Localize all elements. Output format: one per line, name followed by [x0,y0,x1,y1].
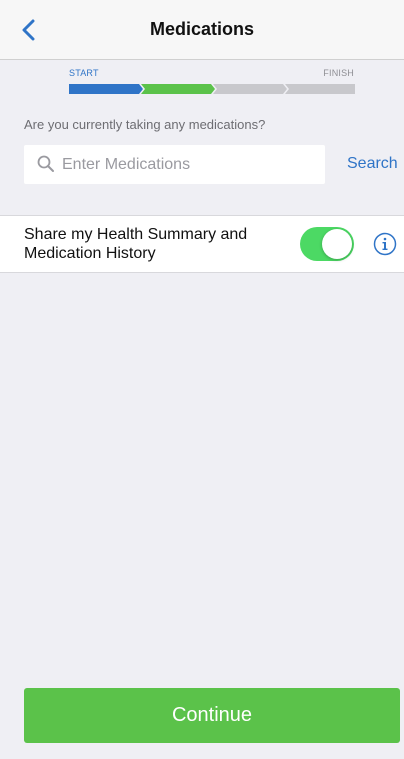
share-toggle[interactable] [300,227,354,261]
page-title: Medications [149,19,255,39]
share-health-summary-row: Share my Health Summary and Medication H… [0,215,404,273]
share-label: Share my Health Summary and Medication H… [24,226,248,262]
search-icon [37,155,54,172]
search-box [24,145,325,184]
nav-bar: Medications [0,0,404,60]
progress-segment [141,84,215,94]
progress-segment [213,84,287,94]
progress-start-label: START [69,68,99,78]
progress-segment [69,84,143,94]
search-button[interactable]: Search [347,155,398,173]
toggle-knob [322,229,352,259]
progress-finish-label: FINISH [323,68,354,78]
progress-segment [285,84,355,94]
search-input[interactable] [62,145,312,184]
medications-question: Are you currently taking any medications… [24,117,266,132]
info-icon[interactable] [373,232,397,256]
progress-labels: START FINISH [69,68,354,80]
continue-button[interactable]: Continue [24,688,400,743]
progress-bar [69,84,355,94]
